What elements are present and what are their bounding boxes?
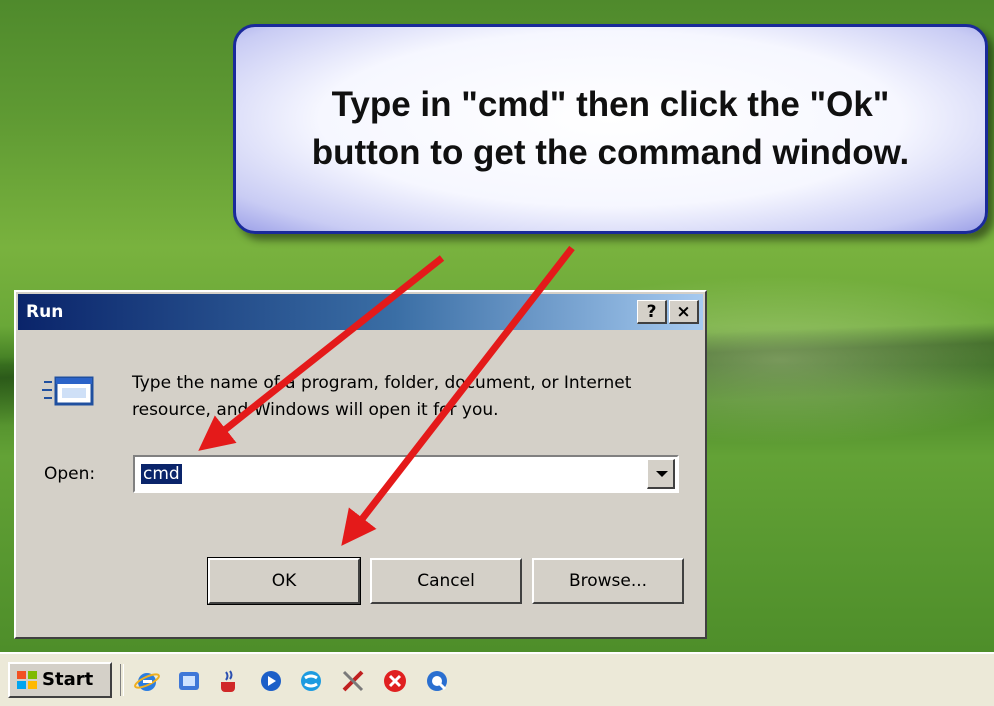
stop-icon[interactable] — [382, 668, 408, 694]
taskbar-separator — [120, 664, 124, 696]
quicktime-icon[interactable] — [424, 668, 450, 694]
taskbar: Start — [0, 652, 994, 706]
instruction-callout: Type in "cmd" then click the "Ok" button… — [233, 24, 988, 234]
run-dialog: Run ? × Type the name of a program, fold… — [14, 290, 707, 639]
callout-text: Type in "cmd" then click the "Ok" button… — [311, 85, 910, 172]
browse-button[interactable]: Browse... — [532, 558, 684, 604]
dropdown-arrow-icon[interactable] — [647, 459, 675, 489]
close-button[interactable]: × — [669, 300, 699, 324]
java-icon[interactable] — [216, 668, 242, 694]
help-button[interactable]: ? — [637, 300, 667, 324]
dialog-description: Type the name of a program, folder, docu… — [132, 373, 632, 420]
open-input[interactable]: cmd — [141, 464, 182, 484]
ok-button[interactable]: OK — [207, 557, 361, 605]
tools-icon[interactable] — [340, 668, 366, 694]
internet-explorer-icon[interactable] — [134, 668, 160, 694]
media-player-icon[interactable] — [258, 668, 284, 694]
dialog-titlebar[interactable]: Run ? × — [18, 294, 703, 330]
open-combobox[interactable]: cmd — [133, 455, 679, 493]
messenger-icon[interactable] — [298, 668, 324, 694]
open-label: Open: — [44, 464, 96, 484]
run-program-icon — [42, 376, 94, 406]
dialog-title: Run — [26, 302, 64, 322]
show-desktop-icon[interactable] — [176, 668, 202, 694]
cancel-button[interactable]: Cancel — [370, 558, 522, 604]
start-button[interactable]: Start — [8, 662, 112, 698]
windows-logo-icon — [17, 671, 37, 689]
start-label: Start — [42, 669, 94, 690]
